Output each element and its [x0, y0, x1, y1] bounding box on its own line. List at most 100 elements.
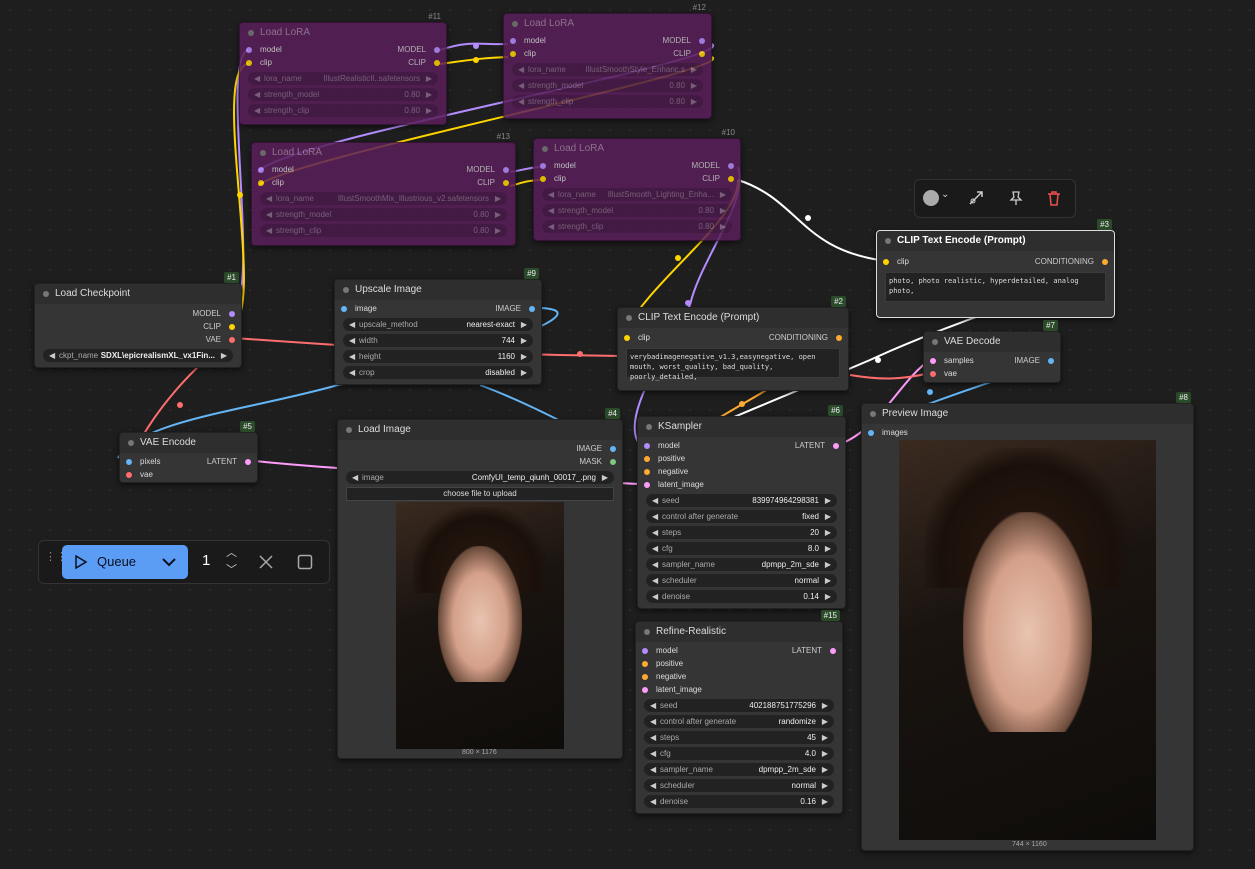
node-title[interactable]: Refine-Realistic — [636, 622, 842, 642]
latent-input-socket[interactable] — [644, 482, 650, 488]
clip-output-socket[interactable] — [434, 60, 440, 66]
crop-widget[interactable]: ◀ crop disabled ▶ — [343, 366, 533, 379]
collapse-dot-icon[interactable] — [932, 339, 938, 345]
vae-encode-node[interactable]: #5 VAE Encode pixels LATENT vae — [119, 421, 258, 483]
conditioning-output-socket[interactable] — [836, 335, 842, 341]
model-output-socket[interactable] — [728, 163, 734, 169]
latent-output-socket[interactable] — [833, 443, 839, 449]
upload-button[interactable]: choose file to upload — [346, 487, 614, 501]
model-input-socket[interactable] — [258, 167, 264, 173]
positive-input-socket[interactable] — [644, 456, 650, 462]
batch-count-input[interactable]: 1 — [202, 552, 210, 569]
collapse-dot-icon[interactable] — [542, 146, 548, 152]
latent-output-socket[interactable] — [830, 648, 836, 654]
upscale-method-widget[interactable]: ◀ upscale_method nearest-exact ▶ — [343, 318, 533, 331]
queue-button[interactable]: Queue — [62, 545, 188, 579]
collapse-dot-icon[interactable] — [512, 21, 518, 27]
collapse-dot-icon[interactable] — [346, 427, 352, 433]
node-title[interactable]: Load LoRA — [534, 139, 740, 159]
image-output-socket[interactable] — [610, 446, 616, 452]
model-output-socket[interactable] — [699, 38, 705, 44]
samples-input-socket[interactable] — [930, 358, 936, 364]
strength-model-widget[interactable]: ◀ strength_model 0.80 ▶ — [260, 208, 507, 221]
trash-icon[interactable] — [1045, 189, 1063, 207]
vae-input-socket[interactable] — [126, 472, 132, 478]
vae-output-socket[interactable] — [229, 337, 235, 343]
collapse-dot-icon[interactable] — [260, 150, 266, 156]
square-icon[interactable] — [297, 554, 313, 570]
node-title[interactable]: Load LoRA — [252, 143, 515, 163]
clip-input-socket[interactable] — [510, 51, 516, 57]
lora-name-widget[interactable]: ◀ lora_name IllustSmoothStyle_Enhanc.s ▶ — [512, 63, 703, 76]
conditioning-output-socket[interactable] — [1102, 259, 1108, 265]
collapse-dot-icon[interactable] — [43, 291, 49, 297]
clip-output-socket[interactable] — [503, 180, 509, 186]
latent-input-socket[interactable] — [642, 687, 648, 693]
width-widget[interactable]: ◀ width 744 ▶ — [343, 334, 533, 347]
clip-input-socket[interactable] — [624, 335, 630, 341]
clip-input-socket[interactable] — [540, 176, 546, 182]
sampler-name-widget[interactable]: ◀ sampler_name dpmpp_2m_sde ▶ — [646, 558, 837, 571]
node-title[interactable]: Load LoRA — [240, 23, 446, 43]
lora-name-widget[interactable]: ◀ lora_name IllustRealisticIl..safetensors… — [248, 72, 438, 85]
model-output-socket[interactable] — [434, 47, 440, 53]
collapse-dot-icon[interactable] — [644, 629, 650, 635]
collapse-dot-icon[interactable] — [343, 287, 349, 293]
vae-input-socket[interactable] — [930, 371, 936, 377]
steps-widget[interactable]: ◀ steps 20 ▶ — [646, 526, 837, 539]
load-image-node[interactable]: #4 Load Image IMAGE MASK ◀ image ComfyUI_t… — [337, 408, 623, 759]
node-title[interactable]: VAE Decode — [924, 332, 1060, 352]
control-after-generate-widget[interactable]: ◀ control after generate randomize ▶ — [644, 715, 834, 728]
clip-output-socket[interactable] — [699, 51, 705, 57]
strength-clip-widget[interactable]: ◀ strength_clip 0.80 ▶ — [512, 95, 703, 108]
clip-text-encode-node-3[interactable]: #3 CLIP Text Encode (Prompt) clip CONDITI… — [876, 219, 1115, 318]
model-output-socket[interactable] — [229, 311, 235, 317]
denoise-widget[interactable]: ◀ denoise 0.16 ▶ — [644, 795, 834, 808]
strength-model-widget[interactable]: ◀ strength_model 0.80 ▶ — [248, 88, 438, 101]
model-output-socket[interactable] — [503, 167, 509, 173]
image-input-socket[interactable] — [341, 306, 347, 312]
load-lora-node-10[interactable]: #10 Load LoRA model MODEL clip CLIP ◀ lora_… — [533, 128, 741, 241]
cfg-widget[interactable]: ◀ cfg 8.0 ▶ — [646, 542, 837, 555]
node-title[interactable]: CLIP Text Encode (Prompt) — [877, 231, 1114, 251]
pixels-input-socket[interactable] — [126, 459, 132, 465]
images-input-socket[interactable] — [868, 430, 874, 436]
strength-model-widget[interactable]: ◀ strength_model 0.80 ▶ — [512, 79, 703, 92]
steps-widget[interactable]: ◀ steps 45 ▶ — [644, 731, 834, 744]
clip-output-socket[interactable] — [229, 324, 235, 330]
strength-clip-widget[interactable]: ◀ strength_clip 0.80 ▶ — [260, 224, 507, 237]
close-icon[interactable] — [259, 555, 273, 569]
negative-input-socket[interactable] — [644, 469, 650, 475]
node-title[interactable]: CLIP Text Encode (Prompt) — [618, 308, 848, 328]
lora-name-widget[interactable]: ◀ lora_name IllustSmooth_Lighting_Enha... ▶ — [542, 188, 732, 201]
collapse-dot-icon[interactable] — [870, 411, 876, 417]
stepper-down-icon[interactable]: ﹀ — [226, 561, 237, 577]
load-lora-node-13[interactable]: #13 Load LoRA model MODEL clip CLIP ◀ lora_… — [251, 132, 516, 246]
node-title[interactable]: Load LoRA — [504, 14, 711, 34]
node-title[interactable]: Load Checkpoint — [35, 284, 241, 304]
image-output-socket[interactable] — [1048, 358, 1054, 364]
seed-widget[interactable]: ◀ seed 402188751775296 ▶ — [644, 699, 834, 712]
negative-input-socket[interactable] — [642, 674, 648, 680]
load-lora-node-11[interactable]: #11 Load LoRA model MODEL clip CLIP ◀ lora_… — [239, 12, 447, 125]
sampler-name-widget[interactable]: ◀ sampler_name dpmpp_2m_sde ▶ — [644, 763, 834, 776]
refine-realistic-node[interactable]: #15 Refine-Realistic model LATENT positiv… — [635, 610, 843, 814]
chevron-down-icon[interactable] — [162, 556, 176, 568]
control-after-generate-widget[interactable]: ◀ control after generate fixed ▶ — [646, 510, 837, 523]
ckpt-name-widget[interactable]: ◀ ckpt_name SDXL\epicrealismXL_vx1Fin... ▶ — [43, 349, 233, 362]
strength-clip-widget[interactable]: ◀ strength_clip 0.80 ▶ — [248, 104, 438, 117]
latent-output-socket[interactable] — [245, 459, 251, 465]
mask-output-socket[interactable] — [610, 459, 616, 465]
node-title[interactable]: VAE Encode — [120, 433, 257, 453]
model-input-socket[interactable] — [510, 38, 516, 44]
collapse-dot-icon[interactable] — [885, 238, 891, 244]
node-title[interactable]: Load Image — [338, 420, 622, 440]
prompt-textarea[interactable]: photo, photo realistic, hyperdetailed, a… — [885, 272, 1106, 302]
strength-model-widget[interactable]: ◀ strength_model 0.80 ▶ — [542, 204, 732, 217]
cfg-widget[interactable]: ◀ cfg 4.0 ▶ — [644, 747, 834, 760]
clip-input-socket[interactable] — [258, 180, 264, 186]
positive-input-socket[interactable] — [642, 661, 648, 667]
model-input-socket[interactable] — [540, 163, 546, 169]
bypass-icon[interactable] — [967, 189, 985, 207]
node-title[interactable]: KSampler — [638, 417, 845, 437]
